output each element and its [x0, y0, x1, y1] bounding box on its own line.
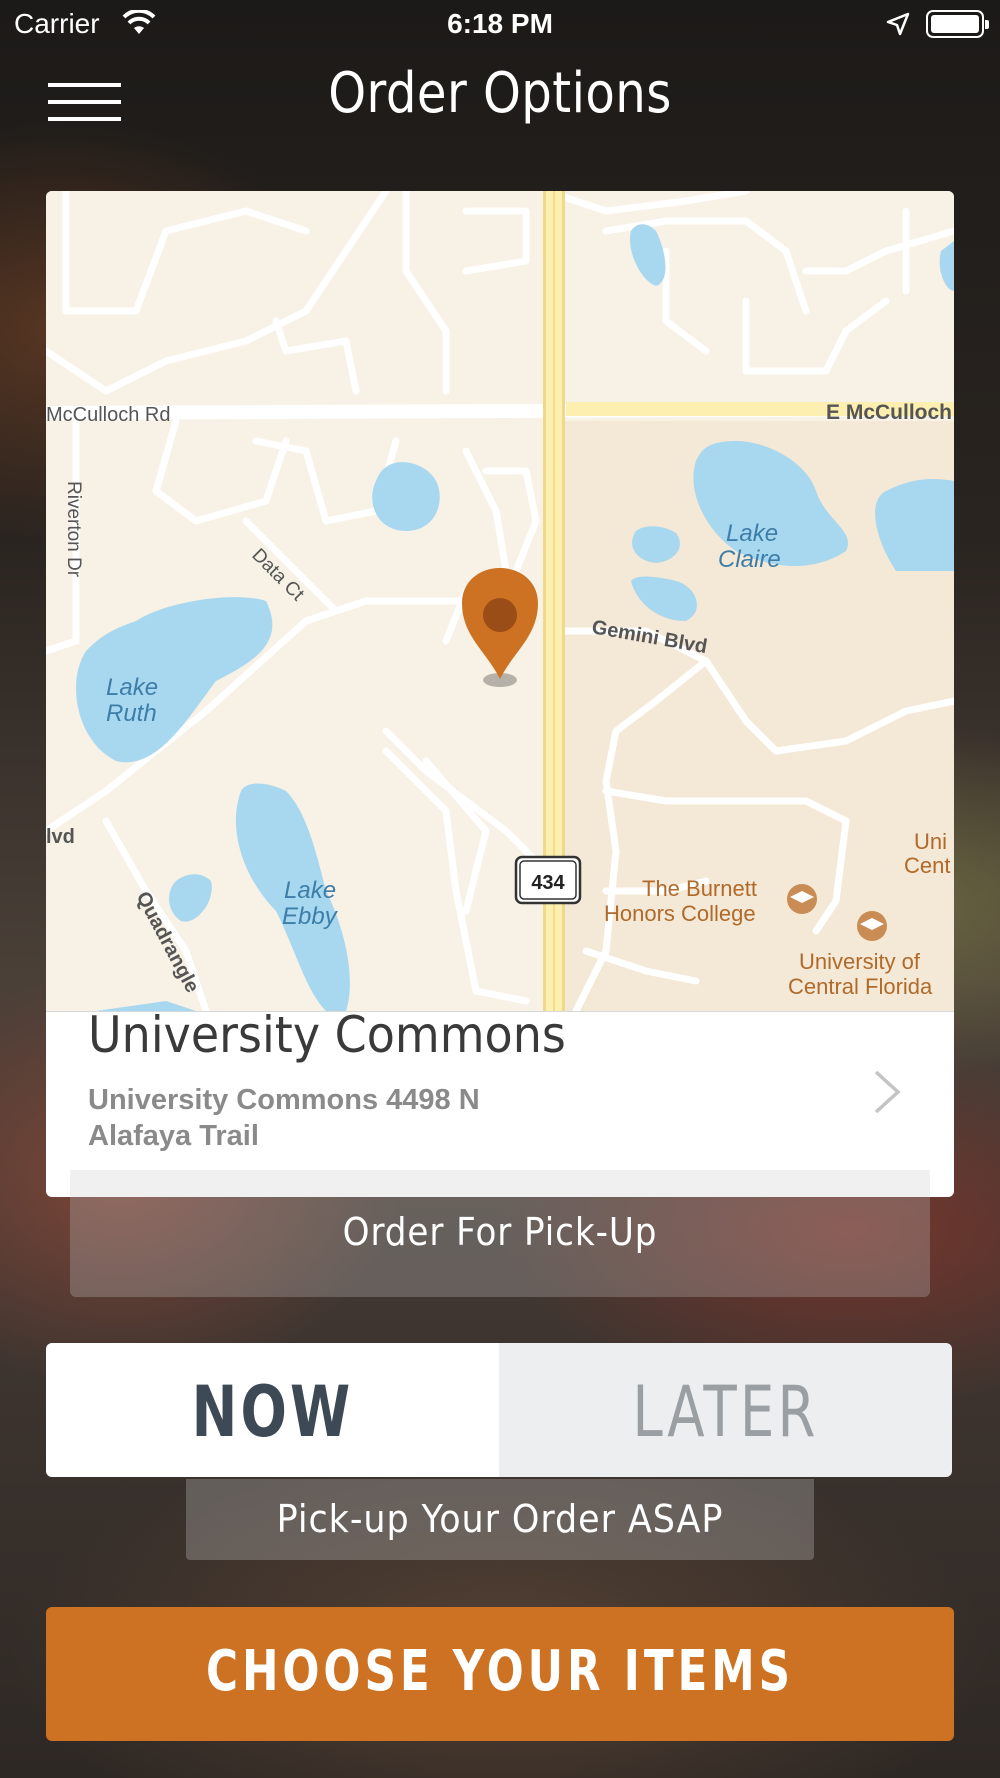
timing-segmented-control: NOW LATER — [46, 1343, 952, 1477]
poi-label: Honors College — [604, 901, 756, 926]
poi-label: University of — [799, 949, 921, 974]
poi-label: Central Florida — [788, 974, 933, 999]
status-bar: Carrier 6:18 PM — [0, 0, 1000, 50]
later-label: LATER — [632, 1371, 819, 1453]
route-shield-icon: 434 — [514, 855, 582, 905]
now-option[interactable]: NOW — [46, 1343, 499, 1477]
battery-icon — [926, 10, 989, 38]
street-label-mcculloch-w: McCulloch Rd — [46, 404, 170, 426]
location-card: McCulloch Rd E McCulloch Riverton Dr Dat… — [46, 191, 954, 1197]
street-label-riverton: Riverton Dr — [63, 481, 84, 578]
school-icon — [787, 884, 817, 914]
map-view[interactable]: McCulloch Rd E McCulloch Riverton Dr Dat… — [46, 191, 954, 1011]
later-option[interactable]: LATER — [499, 1343, 952, 1477]
choose-items-button[interactable]: CHOOSE YOUR ITEMS — [46, 1607, 954, 1741]
location-name: University Commons — [88, 1006, 566, 1064]
lake-label: Ruth — [106, 700, 157, 727]
poi-label: The Burnett — [642, 876, 757, 901]
chevron-right-icon — [872, 1068, 902, 1121]
choose-items-label: CHOOSE YOUR ITEMS — [205, 1639, 794, 1704]
lake-label: Lake — [726, 520, 778, 547]
lake-label: Lake — [106, 674, 158, 701]
poi-label: Cent — [904, 853, 950, 878]
order-type-button[interactable]: Order For Pick-Up — [70, 1170, 930, 1297]
poi-label: Uni — [914, 829, 947, 854]
timing-description-label: Pick-up Your Order ASAP — [276, 1497, 724, 1541]
street-label-blvd: lvd — [46, 826, 75, 848]
clock: 6:18 PM — [447, 8, 553, 39]
street-label-mcculloch-e: E McCulloch — [826, 401, 952, 424]
now-label: NOW — [191, 1371, 354, 1453]
timing-description: Pick-up Your Order ASAP — [186, 1479, 814, 1560]
lake-label: Lake — [284, 877, 336, 904]
school-icon — [857, 911, 887, 941]
route-number: 434 — [531, 872, 565, 894]
nav-bar: Order Options — [0, 55, 1000, 140]
location-services-icon — [886, 12, 910, 41]
location-address: University Commons 4498 N Alafaya Trail — [88, 1084, 480, 1152]
page-title: Order Options — [328, 61, 672, 126]
order-type-label: Order For Pick-Up — [342, 1210, 658, 1254]
lake-label: Claire — [718, 546, 781, 573]
lake-label: Ebby — [282, 903, 339, 930]
